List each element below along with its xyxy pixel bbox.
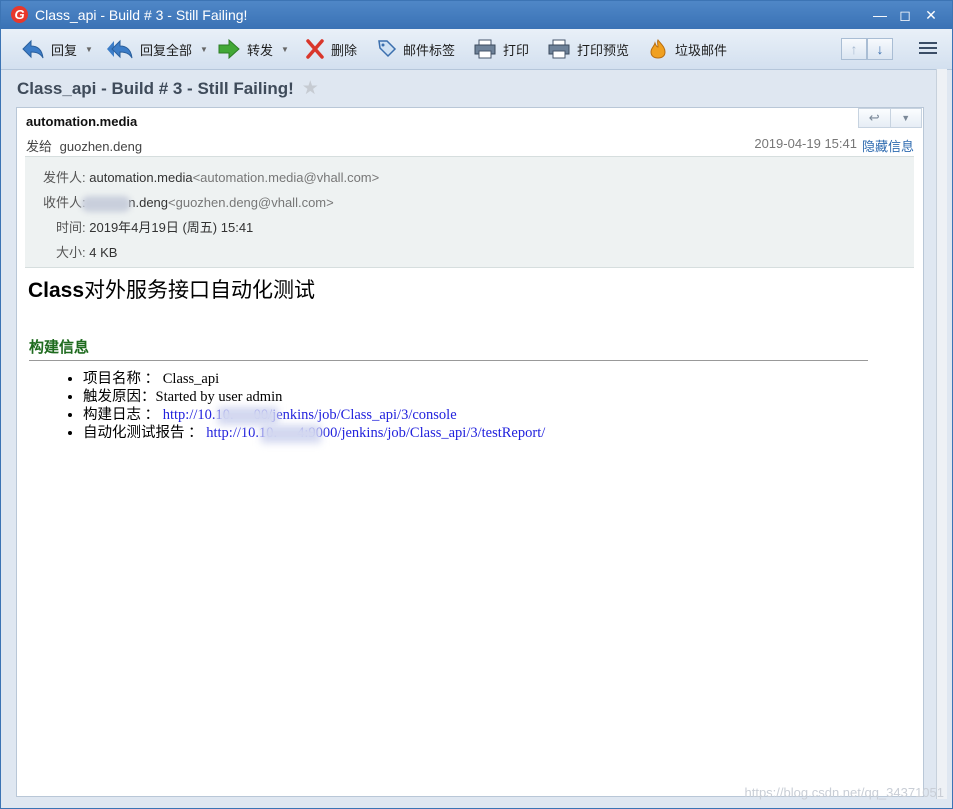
reply-button[interactable]: 回复 ▼: [21, 37, 93, 61]
previous-message-button[interactable]: ↑: [841, 38, 867, 60]
divider: [29, 360, 868, 361]
time-label: 时间:: [56, 220, 86, 235]
redacted-blur: [81, 195, 132, 212]
window-title: Class_api - Build # 3 - Still Failing!: [35, 7, 248, 23]
item-value: Class_api: [162, 371, 220, 387]
body-title-rest: 对外服务接口自动化测试: [84, 279, 316, 302]
print-preview-icon: [547, 38, 571, 60]
sender-name[interactable]: automation.media: [26, 114, 137, 129]
toolbar: 回复 ▼ 回复全部 ▼ 转发 ▼ 删除 邮件标签 打印 打印预览 垃圾邮件 ↑ …: [1, 29, 952, 70]
header-details: 发件人: automation.media<automation.media@v…: [25, 156, 914, 268]
reply-all-button[interactable]: 回复全部 ▼: [106, 37, 208, 61]
to-name[interactable]: n.deng: [128, 195, 168, 210]
minimize-button[interactable]: —: [871, 7, 889, 23]
delete-label: 删除: [331, 42, 358, 58]
to-label: 收件人:: [43, 195, 86, 210]
mail-window: G Class_api - Build # 3 - Still Failing!…: [0, 0, 953, 809]
junk-button[interactable]: 垃圾邮件: [647, 37, 727, 61]
size-label: 大小:: [56, 245, 86, 260]
watermark: https://blog.csdn.net/qq_34371051: [744, 785, 945, 800]
star-icon[interactable]: ★: [302, 77, 319, 100]
item-label: 项目名称 ：: [83, 371, 160, 387]
console-link[interactable]: http://10.10. 00/jenkins/job/Class_api/3/…: [163, 406, 457, 425]
tag-label: 邮件标签: [403, 42, 456, 58]
time-value: 2019年4月19日 (周五) 15:41: [89, 220, 254, 235]
next-message-button[interactable]: ↓: [867, 38, 893, 60]
chevron-down-icon: ▼: [281, 44, 289, 54]
chevron-down-icon: ▼: [85, 44, 93, 54]
print-preview-label: 打印预览: [577, 42, 630, 58]
from-name[interactable]: automation.media: [89, 170, 192, 185]
sendto-label: 发给: [26, 139, 53, 154]
body-title-bold: Class: [28, 279, 85, 302]
test-report-link[interactable]: http://10.10. 4:9000/jenkins/job/Class_ap…: [206, 424, 545, 443]
forward-label: 转发: [247, 42, 274, 58]
item-label: 自动化测试报告 ：: [83, 425, 203, 441]
tag-button[interactable]: 邮件标签: [377, 37, 455, 61]
from-email: <automation.media@vhall.com>: [192, 170, 380, 185]
title-bar: G Class_api - Build # 3 - Still Failing!…: [1, 1, 952, 29]
print-label: 打印: [503, 42, 530, 58]
delete-button[interactable]: 删除: [305, 37, 357, 61]
list-item: 项目名称 ： Class_api: [83, 370, 545, 388]
print-preview-button[interactable]: 打印预览: [547, 37, 629, 61]
item-label: 触发原因：: [83, 389, 156, 405]
close-button[interactable]: ✕: [922, 7, 940, 23]
junk-label: 垃圾邮件: [675, 42, 728, 58]
quick-reply-icon[interactable]: ↩: [859, 109, 890, 127]
body-title: Class对外服务接口自动化测试: [28, 274, 315, 304]
chevron-down-icon[interactable]: ▼: [889, 109, 922, 127]
item-value: Started by user admin: [155, 389, 283, 405]
message-date: 2019-04-19 15:41: [754, 136, 857, 151]
build-info-list: 项目名称 ： Class_api 触发原因：Started by user ad…: [83, 370, 545, 443]
quick-reply-group: ↩ ▼: [858, 108, 922, 128]
forward-button[interactable]: 转发 ▼: [217, 37, 289, 61]
scrollbar-track[interactable]: [936, 69, 947, 799]
reply-icon: [21, 38, 45, 60]
junk-icon: [647, 38, 669, 60]
list-item: 构建日志 ： http://10.10.00/jenkins/job/Class…: [83, 406, 545, 425]
list-item: 触发原因：Started by user admin: [83, 388, 545, 406]
reply-all-icon: [106, 38, 134, 60]
sendto-line: 发给 guozhen.deng: [26, 136, 142, 155]
reply-all-label: 回复全部: [140, 42, 193, 58]
delete-icon: [305, 38, 325, 60]
forward-icon: [217, 38, 241, 60]
menu-icon[interactable]: [919, 39, 937, 57]
maximize-button[interactable]: ◻: [896, 7, 914, 23]
sendto-name[interactable]: guozhen.deng: [60, 139, 142, 154]
from-label: 发件人:: [43, 170, 86, 185]
redacted-blur: [217, 406, 278, 425]
message-subject: Class_api - Build # 3 - Still Failing! ★: [17, 77, 319, 100]
chevron-down-icon: ▼: [200, 44, 208, 54]
print-button[interactable]: 打印: [473, 37, 529, 61]
app-logo-icon: G: [11, 6, 28, 23]
list-item: 自动化测试报告 ： http://10.10.4:9000/jenkins/jo…: [83, 424, 545, 443]
reply-label: 回复: [51, 42, 78, 58]
hide-info-link[interactable]: 隐藏信息: [862, 136, 914, 155]
printer-icon: [473, 38, 497, 60]
time-row: 时间: 2019年4月19日 (周五) 15:41: [56, 217, 253, 235]
from-row: 发件人: automation.media<automation.media@v…: [43, 167, 379, 185]
item-label: 构建日志 ：: [83, 407, 160, 423]
tag-icon: [377, 38, 397, 60]
redacted-blur: [261, 424, 322, 443]
to-row: 收件人: n.deng<guozhen.deng@vhall.com>: [43, 192, 334, 212]
section-heading: 构建信息: [29, 339, 90, 356]
size-row: 大小: 4 KB: [56, 242, 117, 260]
message-pane: automation.media 发给 guozhen.deng 2019-04…: [16, 107, 924, 797]
to-email: <guozhen.deng@vhall.com>: [168, 195, 334, 210]
subject-text: Class_api - Build # 3 - Still Failing!: [17, 78, 294, 98]
size-value: 4 KB: [89, 245, 118, 260]
